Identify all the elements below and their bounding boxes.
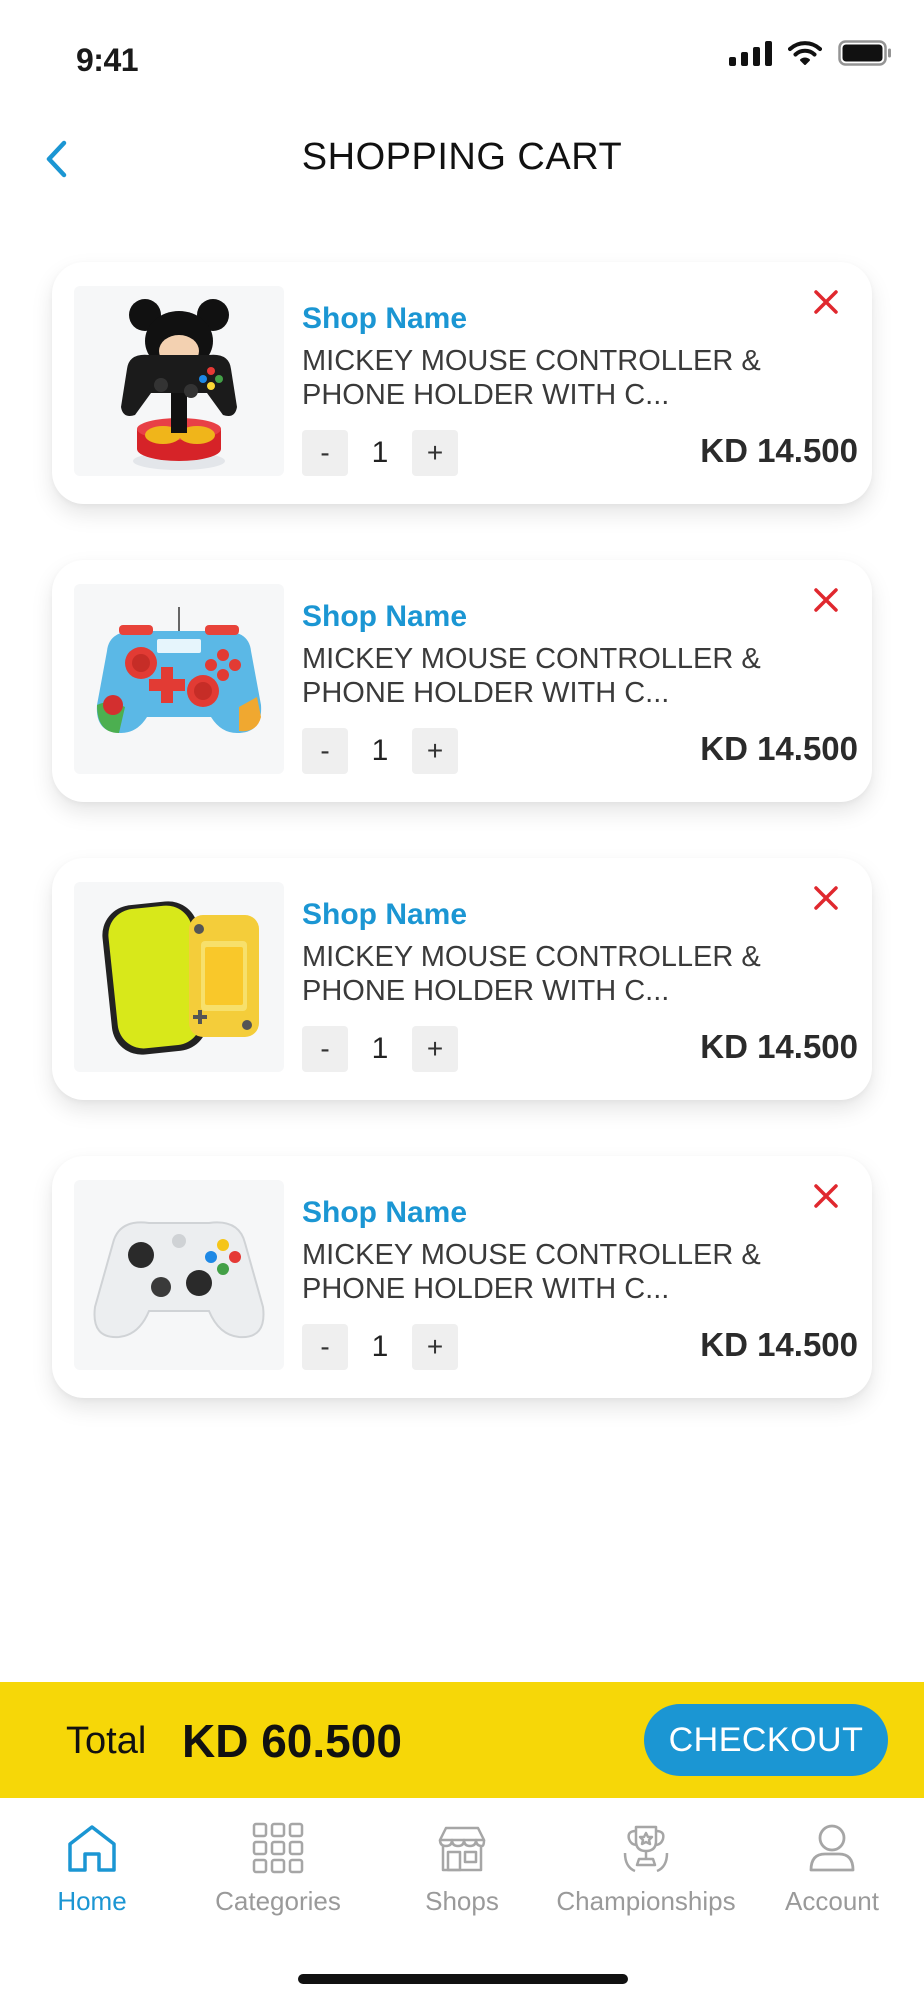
product-image-mario-controller[interactable] <box>74 584 284 774</box>
quantity-stepper: - 1 + <box>302 1324 458 1370</box>
cart-item: Shop Name MICKEY MOUSE CONTROLLER & PHON… <box>52 262 872 504</box>
home-icon <box>64 1820 120 1876</box>
item-price: KD 14.500 <box>700 730 858 767</box>
increase-quantity-button[interactable]: + <box>412 430 458 476</box>
nav-item-championships[interactable]: Championships <box>556 1820 736 1917</box>
cart-list: Shop Name MICKEY MOUSE CONTROLLER & PHON… <box>52 262 872 1454</box>
total-label: Total <box>66 1720 147 1762</box>
item-price: KD 14.500 <box>700 432 858 469</box>
increase-quantity-button[interactable]: + <box>412 728 458 774</box>
status-time: 9:41 <box>76 42 139 78</box>
nav-label: Categories <box>215 1886 341 1916</box>
close-icon <box>814 290 838 314</box>
nav-label: Shops <box>425 1886 499 1916</box>
shop-name[interactable]: Shop Name <box>302 600 467 634</box>
quantity-value: 1 <box>371 436 389 469</box>
trophy-icon <box>619 1820 673 1876</box>
nav-label: Home <box>57 1886 127 1916</box>
shop-icon <box>436 1820 488 1876</box>
nav-item-shops[interactable]: Shops <box>372 1820 552 1917</box>
page-title: SHOPPING CART <box>301 136 623 178</box>
signal-icon <box>729 40 772 66</box>
close-icon <box>814 886 838 910</box>
total-amount: KD 60.500 <box>182 1715 402 1767</box>
wifi-icon <box>788 40 822 66</box>
close-icon <box>814 1184 838 1208</box>
bottom-nav: Home Categories Shops Championships Acco… <box>0 1798 924 2000</box>
quantity-stepper: - 1 + <box>302 1026 458 1072</box>
decrease-quantity-button[interactable]: - <box>302 430 348 476</box>
decrease-quantity-button[interactable]: - <box>302 1324 348 1370</box>
shop-name[interactable]: Shop Name <box>302 302 467 336</box>
quantity-value: 1 <box>371 734 389 767</box>
status-bar: 9:41 <box>0 0 924 110</box>
shop-name[interactable]: Shop Name <box>302 898 467 932</box>
battery-icon <box>838 40 892 66</box>
cart-item: Shop Name MICKEY MOUSE CONTROLLER & PHON… <box>52 858 872 1100</box>
product-name[interactable]: MICKEY MOUSE CONTROLLER & PHONE HOLDER W… <box>302 940 802 1008</box>
item-price: KD 14.500 <box>700 1028 858 1065</box>
status-icons <box>729 40 892 66</box>
close-icon <box>814 588 838 612</box>
user-icon <box>807 1820 857 1876</box>
quantity-value: 1 <box>371 1032 389 1065</box>
cart-item: Shop Name MICKEY MOUSE CONTROLLER & PHON… <box>52 560 872 802</box>
header: SHOPPING CART <box>0 120 924 200</box>
nav-item-categories[interactable]: Categories <box>188 1820 368 1917</box>
total-bar: Total KD 60.500 CHECKOUT <box>0 1682 924 1798</box>
nav-label: Championships <box>556 1886 736 1916</box>
product-image-mickey-controller-holder[interactable] <box>74 286 284 476</box>
quantity-stepper: - 1 + <box>302 430 458 476</box>
nav-item-home[interactable]: Home <box>2 1820 182 1917</box>
quantity-stepper: - 1 + <box>302 728 458 774</box>
product-image-xbox-controller[interactable] <box>74 1180 284 1370</box>
item-price: KD 14.500 <box>700 1326 858 1363</box>
checkout-button[interactable]: CHECKOUT <box>644 1704 888 1776</box>
remove-item-button[interactable] <box>804 578 848 622</box>
product-name[interactable]: MICKEY MOUSE CONTROLLER & PHONE HOLDER W… <box>302 1238 802 1306</box>
quantity-value: 1 <box>371 1330 389 1363</box>
remove-item-button[interactable] <box>804 280 848 324</box>
increase-quantity-button[interactable]: + <box>412 1324 458 1370</box>
cart-item: Shop Name MICKEY MOUSE CONTROLLER & PHON… <box>52 1156 872 1398</box>
grid-icon <box>252 1820 304 1876</box>
product-name[interactable]: MICKEY MOUSE CONTROLLER & PHONE HOLDER W… <box>302 344 802 412</box>
increase-quantity-button[interactable]: + <box>412 1026 458 1072</box>
home-indicator <box>298 1974 628 1984</box>
shop-name[interactable]: Shop Name <box>302 1196 467 1230</box>
remove-item-button[interactable] <box>804 1174 848 1218</box>
decrease-quantity-button[interactable]: - <box>302 728 348 774</box>
nav-item-account[interactable]: Account <box>742 1820 922 1917</box>
product-image-switch-lite-case[interactable] <box>74 882 284 1072</box>
nav-label: Account <box>785 1886 879 1916</box>
product-name[interactable]: MICKEY MOUSE CONTROLLER & PHONE HOLDER W… <box>302 642 802 710</box>
remove-item-button[interactable] <box>804 876 848 920</box>
decrease-quantity-button[interactable]: - <box>302 1026 348 1072</box>
